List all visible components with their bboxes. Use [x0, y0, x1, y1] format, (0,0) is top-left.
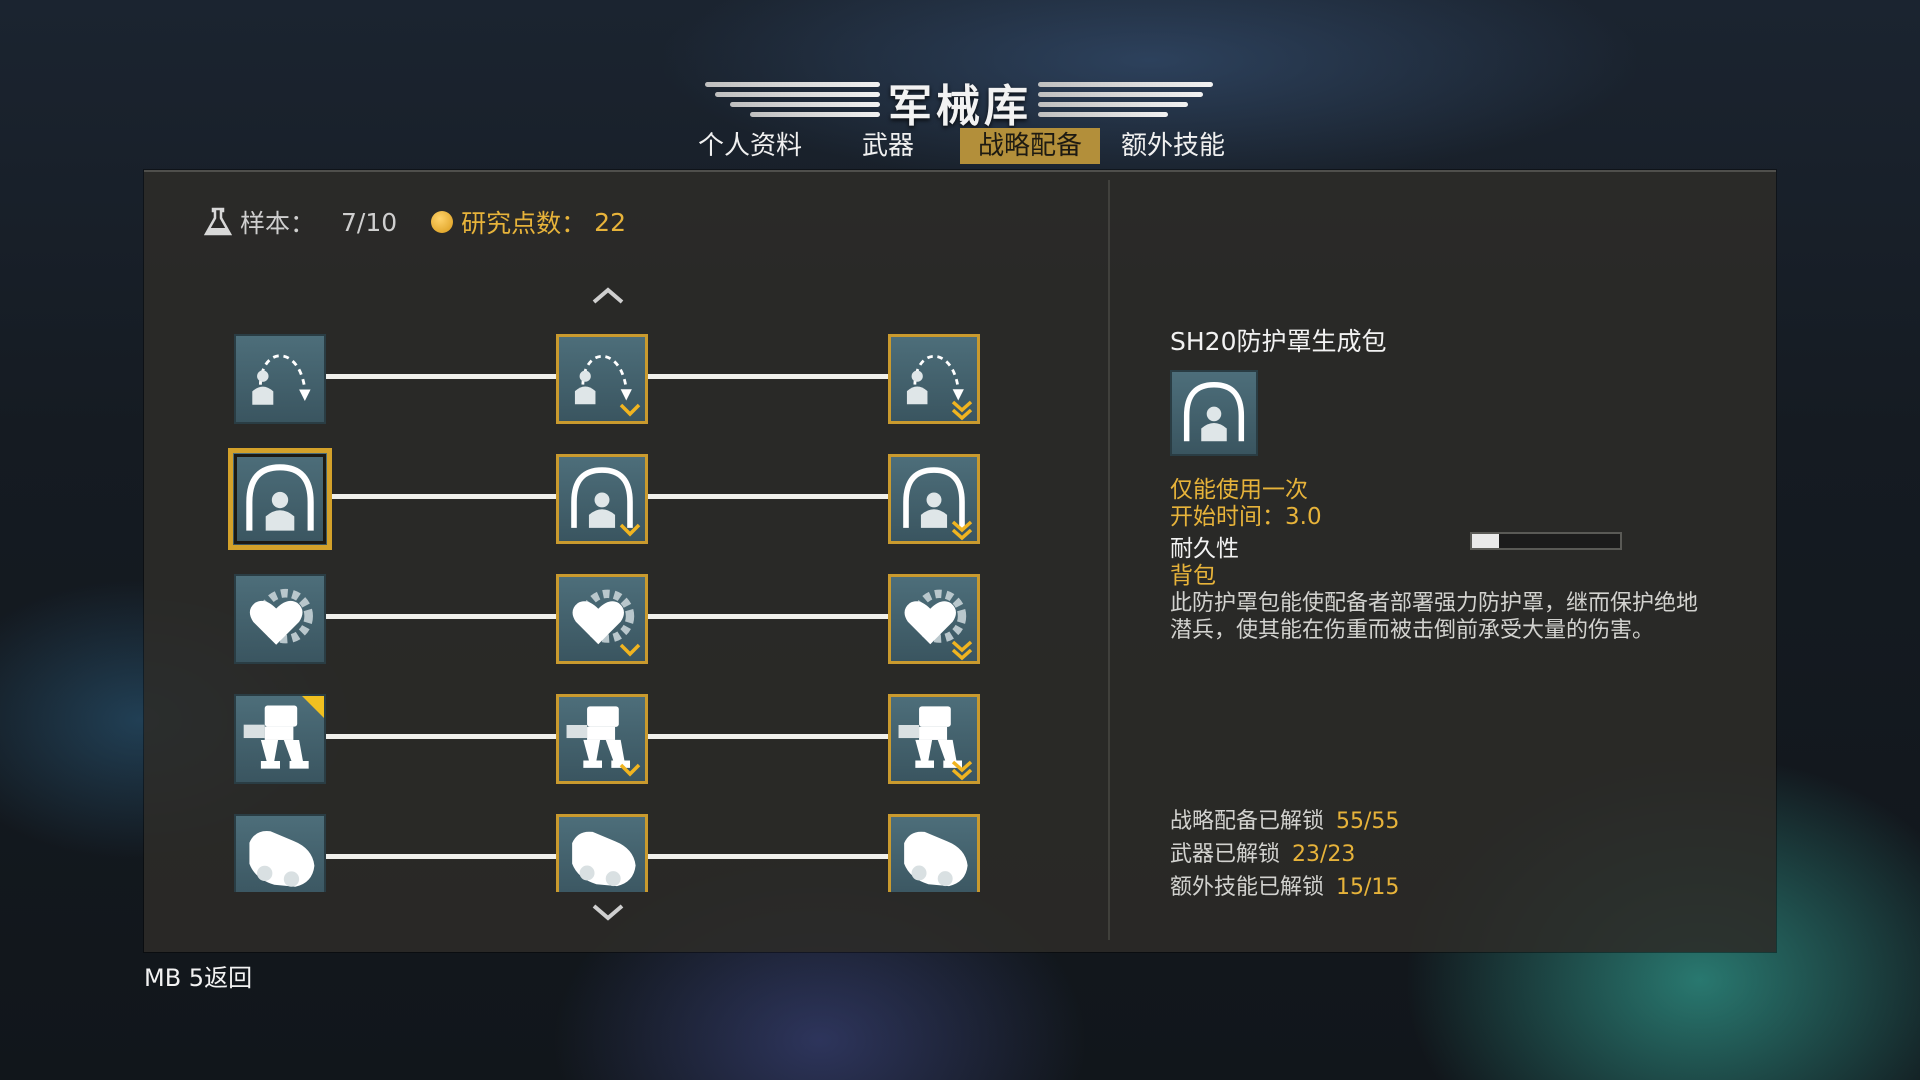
- upgrade-tree: [224, 330, 1004, 892]
- samples-value: 7/10: [341, 207, 398, 237]
- tab-bar: 个人资料 武器 战略配备 额外技能: [0, 128, 1920, 164]
- summary-weapons: 武器已解锁 23/23: [1170, 836, 1355, 868]
- vehicle-icon: [904, 831, 968, 887]
- detail-slot: 背包: [1170, 563, 1216, 589]
- connector-line: [648, 854, 888, 859]
- rank-chevron-icon: [619, 643, 641, 657]
- connector-line: [648, 494, 888, 499]
- tab-stratagems[interactable]: 战略配备: [960, 128, 1100, 164]
- tree-row: [224, 690, 1004, 790]
- detail-start-time: 开始时间：3.0: [1170, 504, 1322, 530]
- summary-label: 武器已解锁: [1170, 842, 1281, 867]
- summary-value: 23/23: [1292, 842, 1356, 867]
- connector-line: [648, 734, 888, 739]
- vehicle-tier3-node[interactable]: [888, 814, 980, 892]
- resource-bar: 样本： 7/10 研究点数： 22: [203, 204, 626, 240]
- connector-line: [316, 374, 556, 379]
- shield-tier1-node-selected[interactable]: [228, 448, 332, 550]
- connector-line: [316, 734, 556, 739]
- mech-tier2-node[interactable]: [556, 694, 648, 784]
- connector-line: [648, 374, 888, 379]
- sample-flask-icon: [203, 207, 233, 237]
- mech-tier1-node[interactable]: [234, 694, 326, 784]
- tree-row: [224, 330, 1004, 430]
- rank-double-chevron-icon: [951, 400, 973, 421]
- summary-stratagems: 战略配备已解锁 55/55: [1170, 803, 1399, 835]
- connector-line: [322, 494, 556, 499]
- tab-perks[interactable]: 额外技能: [1108, 128, 1238, 164]
- summary-value: 55/55: [1336, 809, 1400, 834]
- detail-description: 此防护罩包能使配备者部署强力防护罩，继而保护绝地潜兵，使其能在伤重而被击倒前承受…: [1170, 591, 1699, 643]
- research-points-value: 22: [594, 207, 626, 237]
- rank-double-chevron-icon: [951, 760, 973, 781]
- heart-gear-tier2-node[interactable]: [556, 574, 648, 664]
- wing-ornament-left: [695, 78, 880, 122]
- rank-chevron-icon: [619, 523, 641, 537]
- research-points-label: 研究点数：: [461, 209, 587, 238]
- summary-value: 15/15: [1336, 875, 1400, 900]
- research-point-icon: [431, 211, 454, 233]
- rank-double-chevron-icon: [951, 520, 973, 541]
- connector-line: [316, 614, 556, 619]
- vehicle-tier2-node[interactable]: [556, 814, 648, 892]
- rank-chevron-icon: [619, 763, 641, 777]
- shield-dome-icon: [246, 464, 314, 531]
- rank-double-chevron-icon: [951, 640, 973, 661]
- rank-chevron-icon: [619, 403, 641, 417]
- tab-profile[interactable]: 个人资料: [690, 128, 810, 164]
- panel-divider: [1108, 180, 1110, 940]
- durability-bar: [1470, 532, 1622, 550]
- summary-perks: 额外技能已解锁 15/15: [1170, 869, 1399, 901]
- airdrop-icon: [252, 354, 311, 405]
- tree-row: [224, 570, 1004, 670]
- wing-ornament-right: [1038, 78, 1223, 122]
- durability-bar-fill: [1472, 534, 1499, 548]
- summary-label: 战略配备已解锁: [1170, 809, 1325, 834]
- shield-tier3-node[interactable]: [888, 454, 980, 544]
- vehicle-icon: [249, 831, 315, 887]
- detail-title: SH20防护罩生成包: [1170, 327, 1387, 356]
- airdrop-tier2-node[interactable]: [556, 334, 648, 424]
- detail-shield-dome-icon: [1170, 370, 1258, 456]
- tree-row: [224, 448, 1004, 550]
- tab-weapons[interactable]: 武器: [850, 128, 926, 164]
- new-badge: [302, 696, 324, 718]
- airdrop-tier1-node[interactable]: [234, 334, 326, 424]
- samples-label: 样本：: [240, 209, 316, 238]
- summary-label: 额外技能已解锁: [1170, 875, 1325, 900]
- connector-line: [316, 854, 556, 859]
- airdrop-tier3-node[interactable]: [888, 334, 980, 424]
- heart-gear-icon: [249, 588, 313, 645]
- page-title: 军械库: [888, 81, 1032, 132]
- heart-gear-tier3-node[interactable]: [888, 574, 980, 664]
- scroll-down-chevron-icon[interactable]: [590, 900, 626, 924]
- vehicle-tier1-node[interactable]: [234, 814, 326, 892]
- scroll-up-chevron-icon[interactable]: [590, 284, 626, 308]
- header: 军械库: [0, 70, 1920, 132]
- mech-tier3-node[interactable]: [888, 694, 980, 784]
- connector-line: [648, 614, 888, 619]
- tree-row: [224, 810, 1004, 892]
- shield-tier2-node[interactable]: [556, 454, 648, 544]
- back-button[interactable]: MB 5返回: [144, 958, 252, 993]
- vehicle-icon: [572, 831, 636, 887]
- heart-gear-tier1-node[interactable]: [234, 574, 326, 664]
